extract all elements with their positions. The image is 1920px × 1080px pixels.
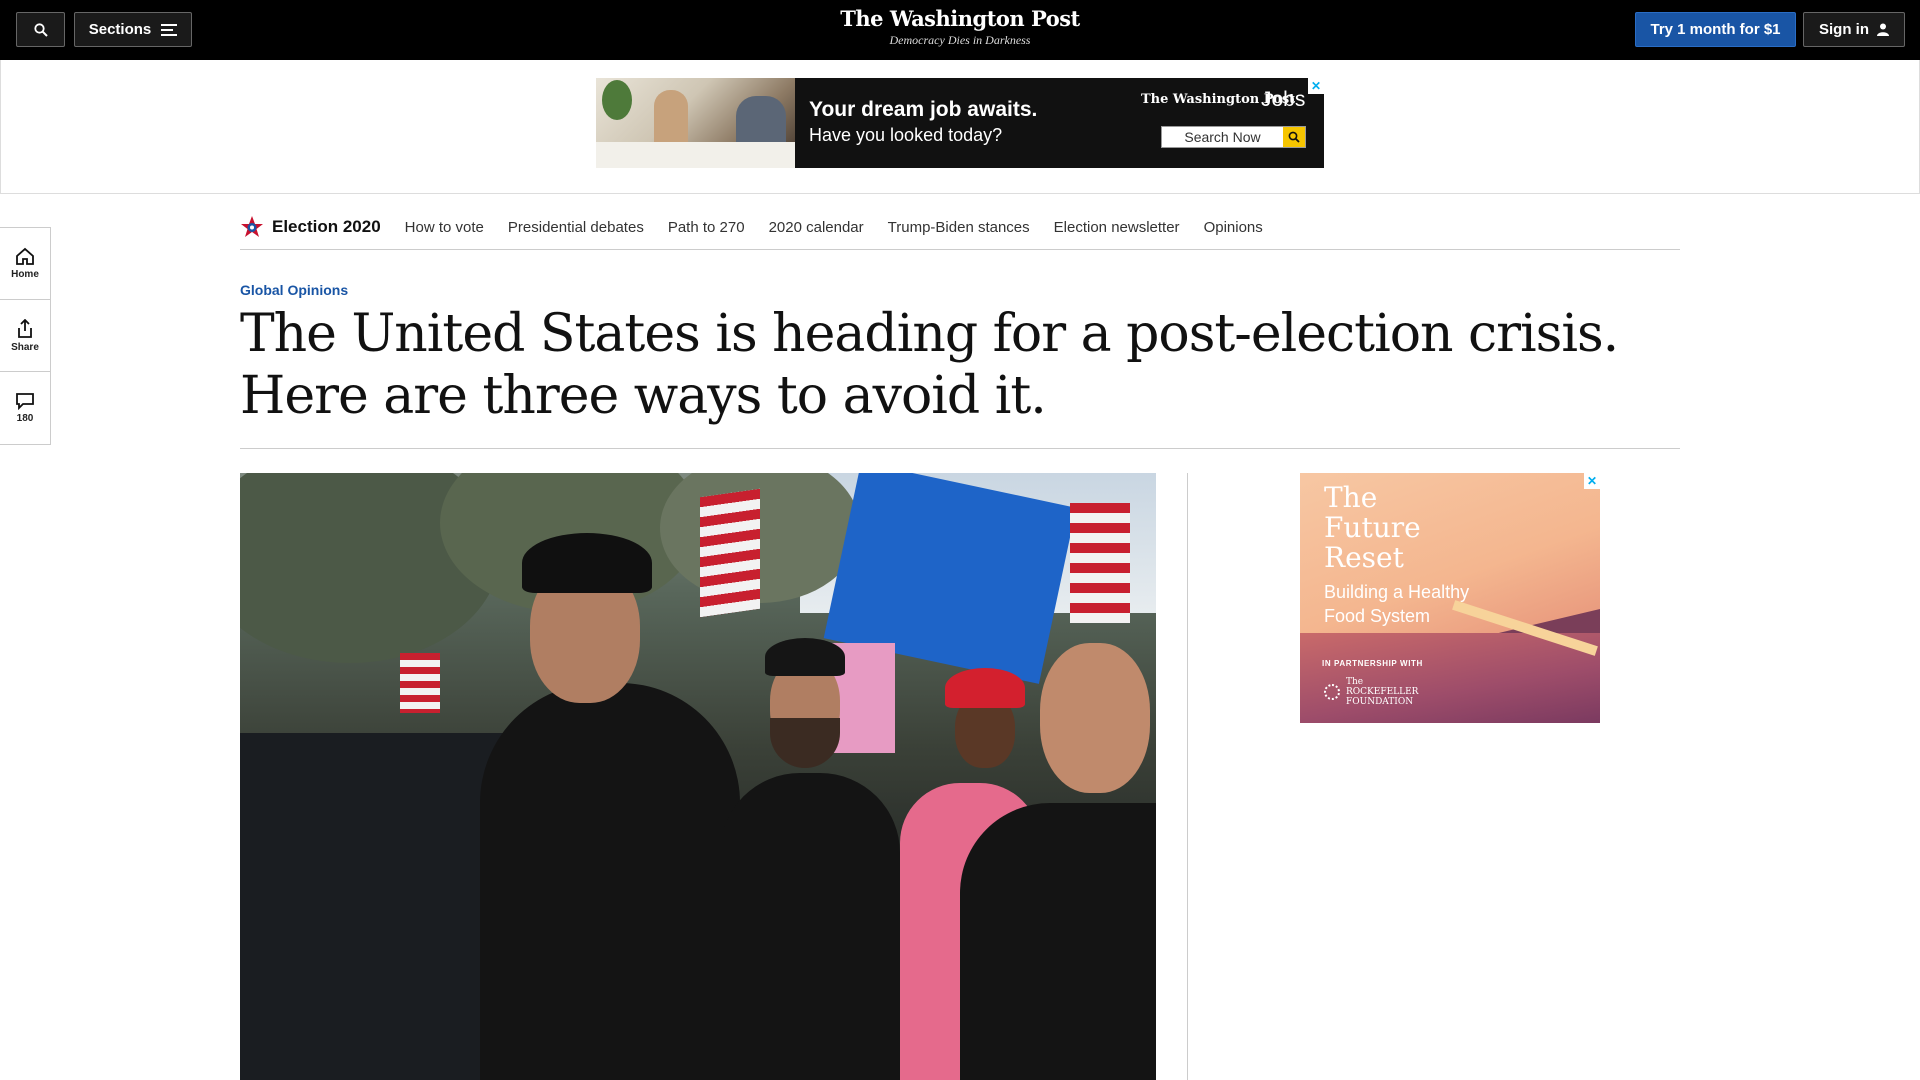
article-kicker[interactable]: Global Opinions	[240, 282, 348, 298]
side-ad-title: The Future Reset	[1324, 481, 1421, 574]
sections-button[interactable]: Sections	[74, 12, 192, 47]
sidebar-ad[interactable]: The Future Reset Building a Healthy Food…	[1300, 473, 1600, 723]
headline-divider	[240, 448, 1680, 449]
ad-subline: Have you looked today?	[809, 125, 1003, 145]
article-headline: The United States is heading for a post-…	[240, 304, 1619, 426]
side-ad-partner-label: IN PARTNERSHIP WITH	[1322, 659, 1423, 668]
nav-link-trump-biden-stances[interactable]: Trump-Biden stances	[888, 219, 1030, 236]
side-ad-close-button[interactable]: ✕	[1584, 473, 1600, 489]
nav-link-path-to-270[interactable]: Path to 270	[668, 219, 745, 236]
foundation-emblem-icon	[1324, 684, 1340, 700]
comments-button[interactable]: 180	[0, 372, 50, 444]
foundation-name-line3: FOUNDATION	[1346, 697, 1414, 707]
ad-brand-suffix: Jobs	[1261, 88, 1306, 111]
nav-link-election-newsletter[interactable]: Election newsletter	[1054, 219, 1180, 236]
sign-in-label: Sign in	[1819, 21, 1869, 38]
home-label: Home	[11, 269, 39, 280]
nav-link-presidential-debates[interactable]: Presidential debates	[508, 219, 644, 236]
ad-close-button[interactable]: ✕	[1308, 78, 1324, 94]
search-button[interactable]	[16, 12, 65, 47]
ad-headline: Your dream job awaits.	[809, 98, 1038, 121]
nav-link-2020-calendar[interactable]: 2020 calendar	[769, 219, 864, 236]
logo-title: The Washington Post	[840, 6, 1080, 31]
share-button[interactable]: Share	[0, 300, 50, 372]
sign-in-button[interactable]: Sign in	[1803, 12, 1905, 47]
search-icon	[33, 22, 48, 37]
comments-count: 180	[16, 413, 34, 424]
top-navigation-bar: Sections The Washington Post Democracy D…	[0, 0, 1920, 60]
share-icon	[18, 318, 32, 338]
rockefeller-foundation-logo: The ROCKEFELLER FOUNDATION	[1324, 677, 1418, 707]
subscribe-button[interactable]: Try 1 month for $1	[1635, 12, 1796, 47]
ad-photo	[596, 78, 795, 168]
share-label: Share	[11, 341, 39, 353]
nav-link-opinions[interactable]: Opinions	[1204, 219, 1263, 236]
left-action-rail: Home Share 180	[0, 227, 51, 445]
election-star-icon	[241, 216, 263, 238]
ad-search-label: Search Now	[1184, 129, 1261, 145]
site-logo[interactable]: The Washington Post Democracy Dies in Da…	[810, 6, 1110, 48]
foundation-name-line2: ROCKEFELLER	[1346, 687, 1419, 697]
side-ad-subtitle: Building a Healthy Food System	[1324, 582, 1470, 626]
comment-icon	[16, 393, 34, 410]
home-button[interactable]: Home	[0, 228, 50, 300]
logo-tagline: Democracy Dies in Darkness	[889, 33, 1031, 47]
foundation-name-line1: The	[1346, 677, 1364, 687]
home-icon	[16, 247, 34, 265]
column-divider	[1187, 473, 1188, 1080]
article-lead-photo	[240, 473, 1156, 1080]
sections-label: Sections	[88, 21, 152, 38]
user-icon	[1877, 23, 1889, 36]
leaderboard-ad[interactable]: Your dream job awaits. Have you looked t…	[596, 78, 1324, 168]
election-subnav: Election 2020 How to vote Presidential d…	[240, 205, 1680, 250]
ad-search-button[interactable]: Search Now	[1161, 126, 1306, 148]
search-icon	[1283, 127, 1305, 147]
nav-link-how-to-vote[interactable]: How to vote	[405, 219, 484, 236]
hamburger-menu-icon	[161, 23, 178, 36]
election-2020-link[interactable]: Election 2020	[240, 215, 381, 239]
election-nav-brand: Election 2020	[272, 217, 381, 236]
